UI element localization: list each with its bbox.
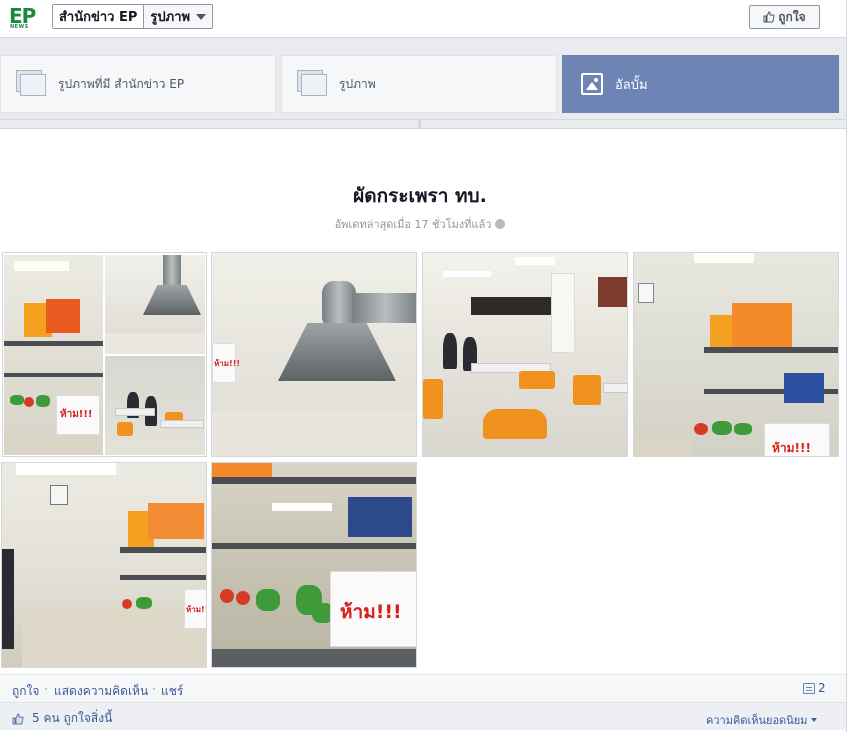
sign-text: ห้าม!!! — [772, 441, 811, 455]
top-comments-dropdown[interactable]: ความคิดเห็นยอดนิยม — [706, 711, 818, 729]
divider — [0, 119, 846, 120]
sign-text: ห้าม!!! — [60, 409, 93, 420]
page-logo[interactable]: EP NEWS — [9, 6, 45, 32]
photos-stack-icon — [297, 70, 327, 98]
comment-count[interactable]: 2 — [803, 681, 826, 695]
photo-tabs: รูปภาพที่มี สำนักข่าว EP รูปภาพ อัลบั้ม — [0, 55, 840, 113]
tab-albums[interactable]: อัลบั้ม — [562, 55, 839, 113]
comment-count-value: 2 — [818, 681, 826, 695]
separator-dot: · — [152, 682, 156, 696]
tab-label: รูปภาพ — [339, 76, 376, 91]
section-selector[interactable]: รูปภาพ — [144, 5, 212, 28]
logo-text: EP — [9, 4, 36, 28]
album-photo[interactable]: ห้าม!!! — [211, 252, 417, 457]
album-title: ผัดกระเพรา ทบ. — [353, 185, 487, 207]
section-selector-label: รูปภาพ — [150, 10, 191, 25]
comment-icon — [803, 682, 815, 694]
likes-count[interactable]: 5 คน ถูกใจสิ่งนี้ — [12, 709, 112, 728]
like-page-button[interactable]: ถูกใจ — [749, 5, 820, 29]
tab-photos-of-page[interactable]: รูปภาพที่มี สำนักข่าว EP — [0, 55, 276, 113]
photo-tile — [105, 255, 205, 354]
album-photo[interactable]: ห้าม!!! — [2, 252, 207, 457]
right-edge — [846, 0, 852, 732]
photo-actions-bar: ถูกใจ · แสดงความคิดเห็น · แชร์ 2 — [0, 674, 846, 702]
tab-photos[interactable]: รูปภาพ — [281, 55, 557, 113]
tab-label: รูปภาพที่มี สำนักข่าว EP — [58, 76, 185, 91]
sign-text: ห้าม!!! — [214, 359, 240, 368]
photos-stack-icon — [16, 70, 46, 98]
sign-text: ห้าม!!! — [186, 605, 206, 614]
photo-tile — [105, 356, 205, 455]
album-icon — [581, 73, 603, 95]
album-updated: อัพเดทล่าสุดเมื่อ 17 ชั่วโมงที่แล้ว — [0, 215, 840, 233]
share-link[interactable]: แชร์ — [161, 682, 183, 701]
chevron-down-icon — [811, 718, 818, 722]
logo-subtext: NEWS — [10, 24, 29, 30]
page-header: EP NEWS สำนักข่าว EP รูปภาพ ถูกใจ — [0, 0, 846, 38]
top-comments-label: ความคิดเห็นยอดนิยม — [706, 714, 808, 727]
album-photo[interactable]: ห้าม!!! — [211, 462, 417, 668]
separator-dot: · — [44, 682, 48, 696]
comment-link[interactable]: แสดงความคิดเห็น — [54, 682, 148, 701]
like-link[interactable]: ถูกใจ — [12, 682, 39, 701]
album-photo[interactable] — [422, 252, 628, 457]
globe-icon — [495, 219, 506, 229]
album-updated-text: อัพเดทล่าสุดเมื่อ 17 ชั่วโมงที่แล้ว — [334, 218, 492, 231]
thumbs-up-icon — [12, 712, 24, 724]
album-photo[interactable]: ห้าม!!! — [1, 462, 207, 668]
page-name-link[interactable]: สำนักข่าว EP — [53, 5, 145, 28]
sign-text: ห้าม!!! — [340, 601, 402, 623]
tab-label: อัลบั้ม — [615, 77, 648, 93]
like-page-label: ถูกใจ — [778, 9, 806, 24]
photo-tile: ห้าม!!! — [4, 255, 103, 455]
thumbs-up-icon — [763, 11, 775, 23]
album-photo[interactable]: ห้าม!!! — [633, 252, 839, 457]
likes-summary: 5 คน ถูกใจสิ่งนี้ ความคิดเห็นยอดนิยม — [0, 702, 846, 730]
chevron-down-icon — [196, 13, 207, 20]
breadcrumb: สำนักข่าว EP รูปภาพ — [52, 4, 214, 29]
likes-text: 5 คน ถูกใจสิ่งนี้ — [32, 711, 113, 725]
